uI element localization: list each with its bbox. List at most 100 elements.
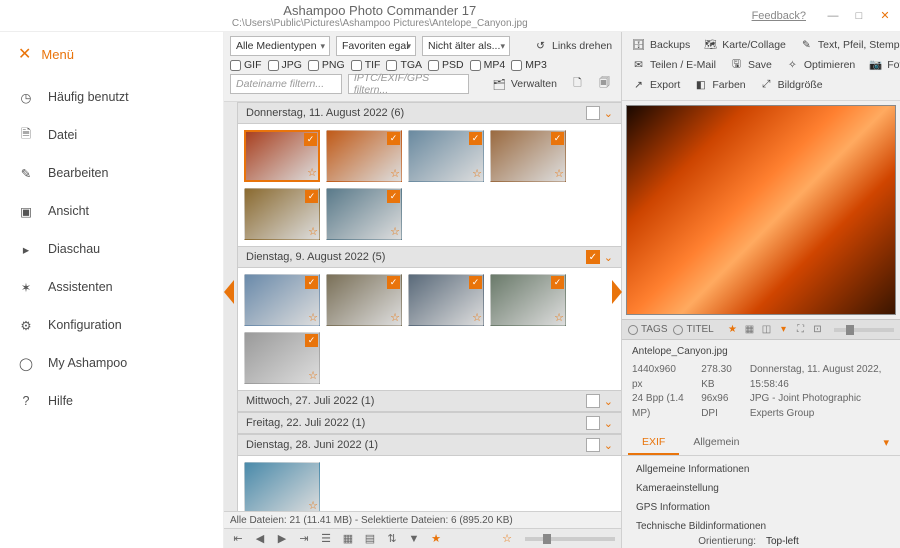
maximize-button[interactable]: □ [852,9,866,23]
view-list-icon[interactable]: ☰ [318,531,334,546]
save-button[interactable]: 🖫Save [726,56,776,73]
chevron-down-icon[interactable]: ⌄ [604,417,613,430]
nav-next-icon[interactable]: ▶ [274,531,290,546]
sidebar-item-0[interactable]: ◷Häufig benutzt [0,78,223,116]
thumbnail[interactable]: ✓☆ [244,188,320,240]
star-icon[interactable]: ★ [726,323,739,336]
format-tga[interactable]: TGA [386,59,422,71]
manage-button[interactable]: 🗂Verwalten [489,76,561,93]
group-header[interactable]: Dienstag, 9. August 2022 (5)✓⌄ [238,246,621,268]
thumbnail-area[interactable]: Donnerstag, 11. August 2022 (6)⌄✓☆✓☆✓☆✓☆… [238,102,621,511]
sidebar-item-2[interactable]: ✎Bearbeiten [0,154,223,192]
share-button[interactable]: ✉Teilen / E-Mail [628,56,720,73]
group-header[interactable]: Mittwoch, 27. Juli 2022 (1)⌄ [238,390,621,412]
nav-prev-icon[interactable]: ◀ [252,531,268,546]
group-header[interactable]: Donnerstag, 11. August 2022 (6)⌄ [238,102,621,124]
titel-radio[interactable]: TITEL [673,324,713,335]
close-button[interactable]: ✕ [878,9,892,23]
resize-button[interactable]: ⤢Bildgröße [756,76,827,93]
preview-image[interactable] [626,105,896,315]
filename-filter[interactable]: Dateiname filtern... [230,74,342,94]
chevron-down-icon[interactable]: ⌄ [604,439,613,452]
group-header[interactable]: Freitag, 22. Juli 2022 (1)⌄ [238,412,621,434]
media-type-dropdown[interactable]: Alle Medientypen [230,36,330,56]
thumbnail[interactable]: ✓☆ [490,274,566,326]
chevron-down-icon[interactable]: ⌄ [604,251,613,264]
format-tif[interactable]: TIF [351,59,381,71]
nav-first-icon[interactable]: ⇤ [230,531,246,546]
sidebar-item-8[interactable]: ?Hilfe [0,382,223,420]
chevron-down-icon[interactable]: ⌄ [604,107,613,120]
grid-icon[interactable]: ▦ [743,323,756,336]
rotate-left-button[interactable]: ↺Links drehen [530,38,616,55]
nav-last-icon[interactable]: ⇥ [296,531,312,546]
tab-exif[interactable]: EXIF [628,431,679,455]
thumbnail[interactable]: ✓☆ [244,274,320,326]
sidebar-item-4[interactable]: ▸Diaschau [0,230,223,268]
minimize-button[interactable]: — [826,9,840,23]
text-icon: ✎ [800,38,813,51]
crop-icon[interactable]: ◫ [760,323,773,336]
text-insert-button[interactable]: ✎Text, Pfeil, Stempel, Objekt einfügen [796,36,900,53]
filter-icon[interactable]: ▼ [406,531,422,546]
view-detail-icon[interactable]: ▤ [362,531,378,546]
thumbnail[interactable]: ✓☆ [326,274,402,326]
menu-toggle[interactable]: ✕ Menü [0,36,223,78]
sidebar-item-1[interactable]: 🗎Datei [0,116,223,154]
fit-icon[interactable]: ⊡ [811,323,824,336]
age-dropdown[interactable]: Nicht älter als... [422,36,510,56]
new-button[interactable]: 🗋 [567,76,588,93]
thumb-star-icon: ☆ [307,166,317,179]
tab-chevron-icon[interactable]: ▾ [878,431,894,455]
zoom-slider[interactable] [525,537,615,541]
thumbnail[interactable]: ✓☆ [408,130,484,182]
zoom-slider-star[interactable]: ☆ [499,531,515,546]
collage-button[interactable]: 🗺Karte/Collage [700,36,790,53]
optimize-button[interactable]: ✧Optimieren [782,56,859,73]
view-grid-icon[interactable]: ▦ [340,531,356,546]
thumb-star-icon: ☆ [308,369,318,382]
export-button[interactable]: ↗Export [628,76,684,93]
manage-icon: 🗂 [493,78,506,91]
colors-button[interactable]: ◧Farben [690,76,749,93]
group-check[interactable] [586,416,600,430]
format-mp3[interactable]: MP3 [511,59,547,71]
copy-button[interactable]: 🗐 [594,76,615,93]
group-check[interactable] [586,106,600,120]
sidebar-item-3[interactable]: ▣Ansicht [0,192,223,230]
group-check[interactable] [586,394,600,408]
thumbnail[interactable]: ✓☆ [408,274,484,326]
marker-icon[interactable]: ▾ [777,323,790,336]
thumbnail[interactable]: ☆ [244,462,320,511]
format-psd[interactable]: PSD [428,59,464,71]
thumbnail[interactable]: ✓☆ [490,130,566,182]
group-check[interactable] [586,438,600,452]
feedback-link[interactable]: Feedback? [752,10,806,22]
preview-zoom-slider[interactable] [834,328,894,332]
favorites-dropdown[interactable]: Favoriten egal [336,36,416,56]
fullscreen-icon[interactable]: ⛶ [794,323,807,336]
tab-allgemein[interactable]: Allgemein [679,431,753,455]
thumbnail[interactable]: ✓☆ [244,130,320,182]
thumbnail[interactable]: ✓☆ [244,332,320,384]
group-header[interactable]: Dienstag, 28. Juni 2022 (1)⌄ [238,434,621,456]
chevron-down-icon[interactable]: ⌄ [604,395,613,408]
format-gif[interactable]: GIF [230,59,262,71]
tags-radio[interactable]: TAGS [628,324,667,335]
iptc-filter[interactable]: IPTC/EXIF/GPS filtern... [348,74,469,94]
format-mp4[interactable]: MP4 [470,59,506,71]
sidebar-item-6[interactable]: ⚙Konfiguration [0,306,223,344]
sidebar-item-5[interactable]: ✶Assistenten [0,268,223,306]
sidebar-item-7[interactable]: ◯My Ashampoo [0,344,223,382]
backups-button[interactable]: 🗄Backups [628,36,694,53]
format-png[interactable]: PNG [308,59,345,71]
favorite-toggle-icon[interactable]: ★ [428,531,444,546]
thumbnail[interactable]: ✓☆ [326,130,402,182]
menu-label: Menü [41,47,74,62]
copy-icon: 🗐 [598,78,611,91]
sort-icon[interactable]: ⇅ [384,531,400,546]
format-jpg[interactable]: JPG [268,59,302,71]
group-check[interactable]: ✓ [586,250,600,264]
repair-button[interactable]: 📷Foto sichten, verbessern, reparieren [865,56,900,73]
thumbnail[interactable]: ✓☆ [326,188,402,240]
